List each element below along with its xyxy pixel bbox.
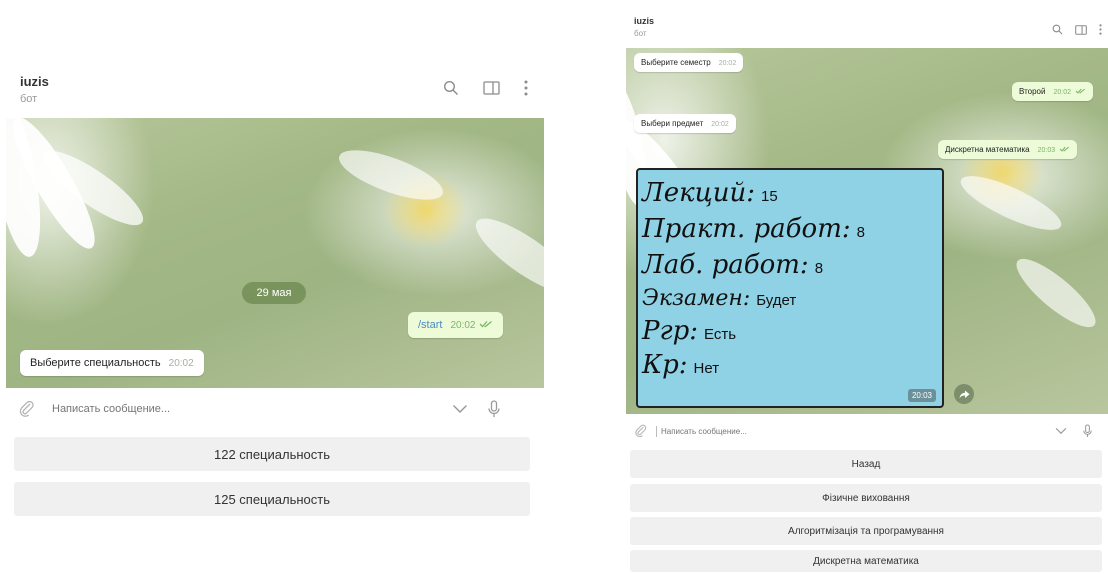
chat-title: iuzis [20,74,49,89]
message-time: 20:02 [718,60,737,67]
incoming-message: Выберите семестр 20:02 [634,53,744,72]
card-row-value: Нет [693,360,720,377]
message-text: Выберите специальность [30,357,161,369]
sidebar-toggle-icon[interactable] [483,81,500,95]
message-text: Выберите семестр [641,58,711,67]
card-row-value: 8 [814,260,824,277]
message-text: Выбери предмет [641,119,704,128]
message-time: 20:02 [168,358,194,369]
chat-area[interactable]: 29 мая /start 20:02 Выберите специальнос… [6,118,544,388]
more-vertical-icon[interactable] [1099,24,1102,35]
paperclip-icon[interactable] [634,424,648,438]
message-input[interactable] [50,402,444,416]
chat-header: iuzis бот [626,4,1108,48]
share-icon[interactable] [954,384,974,404]
card-row-value: Будет [756,292,797,309]
double-check-icon [1075,87,1086,96]
header-actions [1052,24,1102,35]
search-icon[interactable] [443,80,459,96]
card-row-label: Лекций: [642,178,756,208]
background-petal [954,166,1068,240]
chat-subtitle: бот [634,29,647,38]
keyboard-button-physical-education[interactable]: Фізичне виховання [630,484,1102,512]
microphone-icon[interactable] [488,400,500,418]
background-petal [1008,249,1104,337]
outgoing-message: Второй 20:02 [1012,82,1093,101]
card-row-label: Кр: [642,350,688,380]
chat-area[interactable]: Выберите семестр 20:02 Второй 20:02 Выбе… [626,48,1108,414]
card-row-value: 15 [761,188,778,205]
date-separator: 29 мая [242,282,306,304]
background-petal [466,206,544,306]
chat-subtitle: бот [20,93,38,105]
left-chat-window: iuzis бот 29 мая /start 20:02 Выберите с… [6,60,544,530]
card-row-value: Есть [704,326,737,343]
chevron-down-icon[interactable] [1055,427,1067,435]
incoming-message: Выбери предмет 20:02 [634,114,736,133]
card-row-rgr: Ргр: Есть [642,316,942,350]
keyboard-button-125[interactable]: 125 специальность [14,482,530,516]
more-vertical-icon[interactable] [524,80,528,96]
message-input-bar [626,416,1108,446]
message-time: 20:03 [1037,147,1056,154]
paperclip-icon[interactable] [18,400,36,418]
card-row-label: Ргр: [642,316,699,346]
keyboard-button-back[interactable]: Назад [630,450,1102,478]
chat-title: iuzis [634,16,655,26]
card-row-exam: Экзамен: Будет [642,286,942,316]
message-text: Дискретна математика [945,145,1030,154]
keyboard-button-discrete-math[interactable]: Дискретна математика [630,550,1102,572]
card-row-practical: Практ. работ: 8 [642,214,942,250]
outgoing-message: /start 20:02 [408,312,504,338]
card-row-label: Практ. работ: [642,214,851,244]
message-time: 20:02 [711,121,729,128]
message-input[interactable] [656,425,1043,437]
card-time: 20:03 [907,389,936,402]
card-row-kr: Кр: Нет [642,350,942,384]
card-row-label: Экзамен: [642,286,751,311]
card-row-label: Лаб. работ: [642,250,809,280]
message-time: 20:02 [1053,89,1071,96]
background-petal [333,140,449,210]
card-row-value: 8 [856,224,865,241]
outgoing-message: Дискретна математика 20:03 [938,140,1078,159]
chat-header: iuzis бот [6,60,544,118]
message-text: /start [418,319,443,331]
card-row-labs: Лаб. работ: 8 [642,250,942,286]
double-check-icon [479,319,493,331]
message-time: 20:02 [450,320,476,331]
search-icon[interactable] [1052,24,1063,35]
right-chat-window: iuzis бот Выберите семестр 20:02 Второй … [626,4,1108,574]
message-input-bar [6,392,544,426]
double-check-icon [1059,145,1070,154]
header-actions [443,80,528,96]
sidebar-toggle-icon[interactable] [1075,24,1087,35]
chevron-down-icon[interactable] [452,404,468,414]
microphone-icon[interactable] [1083,424,1092,438]
incoming-message: Выберите специальность 20:02 [20,350,204,376]
keyboard-button-algorithmization[interactable]: Алгоритмізація та програмування [630,517,1102,545]
card-row-lectures: Лекций: 15 [642,178,942,214]
keyboard-button-122[interactable]: 122 специальность [14,437,530,471]
message-text: Второй [1019,87,1046,96]
subject-info-card: Лекций: 15 Практ. работ: 8 Лаб. работ: 8… [636,168,944,408]
